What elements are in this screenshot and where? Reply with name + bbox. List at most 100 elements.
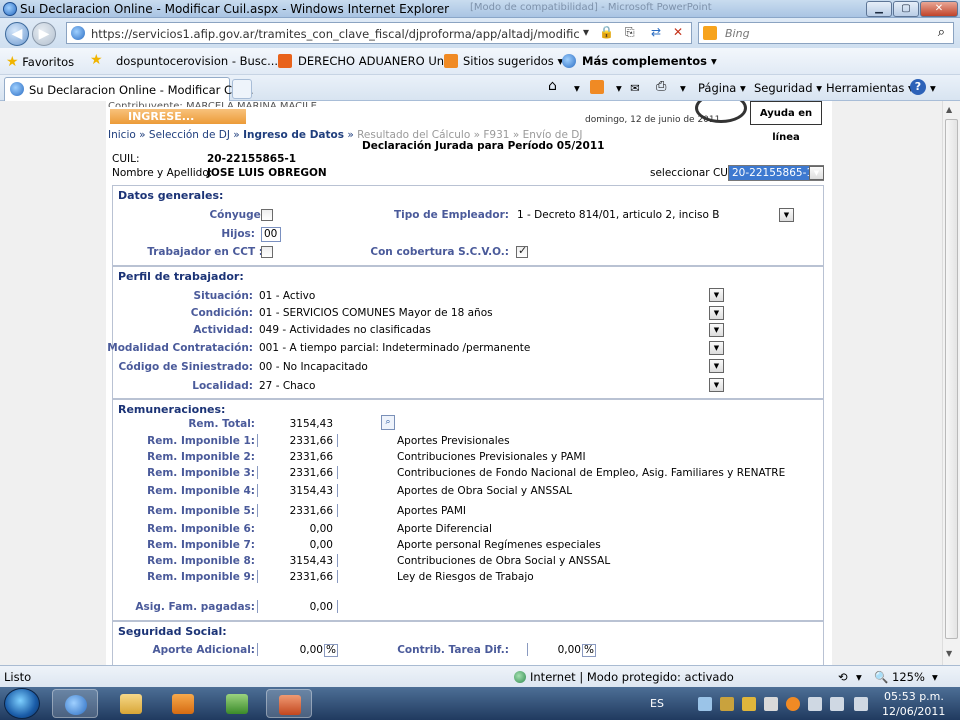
dropdown-arrow-icon[interactable]: ▾ [583, 25, 589, 39]
window-title-bar[interactable]: Su Declaracion Online - Modificar Cuil.a… [0, 0, 960, 18]
suggested-sites-link[interactable]: Sitios sugeridos ▾ [463, 54, 563, 68]
tray-app-icon[interactable] [698, 697, 712, 711]
lock-icon[interactable]: 🔒 [599, 25, 614, 39]
siniestrado-value[interactable]: 00 - No Incapacitado [259, 361, 368, 373]
rem-imponible-8-value[interactable]: 3154,43 [273, 555, 333, 567]
clock-date[interactable]: 12/06/2011 [882, 705, 945, 718]
security-zone[interactable]: Internet | Modo protegido: activado [530, 670, 734, 684]
scrollbar-thumb[interactable] [945, 119, 958, 639]
favorite-link-1[interactable]: dospuntocerovision - Busc... [116, 54, 278, 68]
add-favorite-icon[interactable]: ★ [90, 52, 103, 68]
actividad-value[interactable]: 049 - Actividades no clasificadas [259, 324, 431, 336]
zoom-icon[interactable]: 🔍 [874, 670, 888, 684]
tipo-empleador-dropdown-icon[interactable]: ▼ [779, 208, 794, 222]
search-icon[interactable]: ⌕ [938, 25, 945, 40]
scroll-down-icon[interactable]: ▼ [946, 649, 952, 658]
online-help-button[interactable]: Ayuda en línea [750, 101, 822, 143]
cct-checkbox[interactable] [261, 246, 273, 258]
tray-app-icon[interactable] [720, 697, 734, 711]
privacy-icon[interactable]: ⟲ [838, 670, 848, 684]
safety-menu[interactable]: Seguridad ▾ [754, 81, 822, 95]
search-box[interactable]: Bing ⌕ [698, 22, 954, 44]
breadcrumb-seleccion[interactable]: Selección de DJ [149, 129, 230, 141]
conyuge-checkbox[interactable] [261, 209, 273, 221]
privacy-dropdown-icon[interactable]: ▾ [856, 670, 862, 684]
favorites-button[interactable]: ★ Favoritos [6, 54, 74, 70]
ingrese-button[interactable]: INGRESE... [110, 109, 246, 124]
tipo-empleador-value[interactable]: 1 - Decreto 814/01, articulo 2, inciso B [517, 209, 719, 221]
taskbar-explorer[interactable] [108, 689, 154, 718]
rem-imponible-6-value[interactable]: 0,00 [273, 523, 333, 535]
vertical-scrollbar[interactable]: ▲ ▼ [942, 101, 960, 665]
help-dropdown-icon[interactable]: ▾ [930, 81, 936, 95]
rem-imponible-4-value[interactable]: 3154,43 [273, 485, 333, 497]
situacion-value[interactable]: 01 - Activo [259, 290, 315, 302]
help-icon[interactable]: ? [910, 79, 926, 95]
siniestrado-dropdown-icon[interactable]: ▼ [709, 359, 724, 373]
rem-imponible-3-value[interactable]: 2331,66 [273, 467, 333, 479]
chevron-down-icon[interactable]: ▼ [809, 166, 824, 180]
address-bar[interactable]: https://servicios1.afip.gov.ar/tramites_… [66, 22, 692, 44]
tray-app-icon[interactable] [786, 697, 800, 711]
modalidad-dropdown-icon[interactable]: ▼ [709, 341, 724, 355]
tab-su-declaracion[interactable]: Su Declaracion Online - Modificar Cui... [4, 77, 254, 101]
cobertura-checkbox[interactable] [516, 244, 528, 258]
volume-icon[interactable] [764, 697, 778, 711]
zoom-dropdown-icon[interactable]: ▾ [932, 670, 938, 684]
action-center-icon[interactable] [808, 697, 822, 711]
actividad-dropdown-icon[interactable]: ▼ [709, 323, 724, 337]
rem-imponible-7-value[interactable]: 0,00 [273, 539, 333, 551]
search-placeholder[interactable]: Bing [725, 27, 750, 40]
print-dropdown-icon[interactable]: ▾ [680, 81, 686, 95]
more-addons-link[interactable]: Más complementos ▾ [582, 54, 717, 68]
stop-icon[interactable]: ✕ [673, 25, 683, 39]
taskbar-messenger[interactable] [214, 689, 260, 718]
maximize-button[interactable]: ▢ [893, 1, 919, 17]
start-button-icon[interactable] [4, 688, 40, 719]
modalidad-value[interactable]: 001 - A tiempo parcial: Indeterminado /p… [259, 342, 530, 354]
compatibility-view-icon[interactable]: ⎘ [625, 25, 635, 40]
network-icon[interactable] [830, 697, 844, 711]
home-dropdown-icon[interactable]: ▾ [574, 81, 580, 95]
language-indicator[interactable]: ES [650, 697, 664, 710]
taskbar-media[interactable] [160, 689, 206, 718]
new-tab-button[interactable] [232, 79, 252, 99]
feeds-icon[interactable] [590, 80, 604, 94]
situacion-dropdown-icon[interactable]: ▼ [709, 288, 724, 302]
print-icon[interactable]: ⎙ [656, 79, 666, 94]
detail-magnifier-icon[interactable]: ⌕ [381, 415, 395, 430]
favorite-link-2[interactable]: DERECHO ADUANERO Un... [298, 54, 455, 68]
minimize-button[interactable]: ▁ [866, 1, 892, 17]
hijos-input[interactable]: 00 [261, 227, 281, 242]
localidad-value[interactable]: 27 - Chaco [259, 380, 315, 392]
contrib-tarea-value[interactable]: 0,00 [521, 644, 581, 656]
condicion-dropdown-icon[interactable]: ▼ [709, 306, 724, 320]
breadcrumb-inicio[interactable]: Inicio [108, 129, 136, 141]
back-button[interactable]: ◀ [5, 22, 29, 46]
home-icon[interactable]: ⌂ [548, 78, 557, 94]
read-mail-icon[interactable]: ✉ [630, 81, 640, 95]
scroll-up-icon[interactable]: ▲ [946, 105, 952, 114]
tray-app-icon[interactable] [742, 697, 756, 711]
page-menu[interactable]: Página ▾ [698, 81, 746, 95]
tools-menu[interactable]: Herramientas ▾ [826, 81, 914, 95]
rem-imponible-9-value[interactable]: 2331,66 [273, 571, 333, 583]
zoom-level[interactable]: 125% [892, 670, 925, 684]
aporte-adicional-value[interactable]: 0,00 [263, 644, 323, 656]
taskbar-internet-explorer[interactable] [52, 689, 98, 718]
taskbar-powerpoint[interactable] [266, 689, 312, 718]
asig-fam-value[interactable]: 0,00 [273, 601, 333, 613]
rem-imponible-1-value[interactable]: 2331,66 [273, 435, 333, 447]
rem-imponible-2-value[interactable]: 2331,66 [273, 451, 333, 463]
url-text[interactable]: https://servicios1.afip.gov.ar/tramites_… [91, 27, 579, 41]
clock-time[interactable]: 05:53 p.m. [884, 690, 944, 703]
select-cuil-dropdown[interactable]: 20-22155865-1 ▼ [728, 165, 824, 181]
feeds-dropdown-icon[interactable]: ▾ [616, 81, 622, 95]
close-button[interactable]: ✕ [920, 1, 958, 17]
forward-button[interactable]: ▶ [32, 22, 56, 46]
refresh-icon[interactable]: ⇄ [651, 25, 661, 39]
rem-imponible-5-value[interactable]: 2331,66 [273, 505, 333, 517]
speaker-icon[interactable] [854, 697, 868, 711]
localidad-dropdown-icon[interactable]: ▼ [709, 378, 724, 392]
condicion-value[interactable]: 01 - SERVICIOS COMUNES Mayor de 18 años [259, 307, 493, 319]
